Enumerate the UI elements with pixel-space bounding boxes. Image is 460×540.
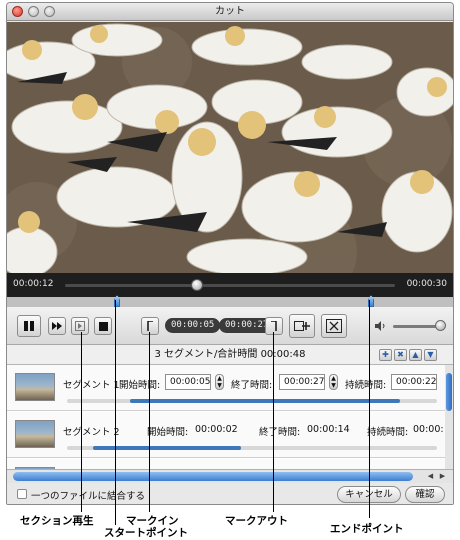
bottom-bar: 一つのファイルに結合する キャンセル 確認 [7,483,453,504]
segment-row-2[interactable]: セグメント 2 開始時間: 00:00:02 終了時間: 00:00:14 持続… [7,412,445,458]
segment-2-thumbnail [15,420,55,448]
end-point-callout-line [369,300,370,518]
section-play-callout-line [81,332,82,512]
end-point-callout: エンドポイント [330,523,404,535]
merge-label: 一つのファイルに結合する [31,491,146,502]
cut-window: カット 00:00:12 00:00:30 00:00:05 00:00:27 … [6,2,454,505]
section-play-button[interactable] [71,317,89,335]
current-time: 00:00:12 [13,279,54,289]
scissors-icon [326,319,342,333]
mark-out-icon [271,321,277,331]
segment-list-vscroll[interactable] [445,365,453,469]
delete-icon: ✖ [397,350,404,359]
segment-1-end-label: 終了時間: [231,380,273,391]
split-segment-button[interactable] [321,314,347,338]
segment-2-end-value: 00:00:14 [307,424,350,435]
move-down-button[interactable]: ▼ [424,349,437,361]
mark-in-button[interactable] [141,317,159,335]
segment-1-duration-field[interactable]: 00:00:22 [391,374,437,390]
segment-2-name: セグメント 2 [63,427,120,438]
summary-text: 3 セグメント/合計時間 00:00:48 [154,349,306,360]
segment-row-1[interactable]: セグメント 1 開始時間: 00:00:05 ▲ ▼ 終了時間: 00:00:27… [7,365,445,411]
window-controls [12,6,55,17]
arrow-up-icon: ▲ [412,350,419,359]
segment-list-hscroll[interactable]: ◀ ▶ [7,469,453,483]
segment-row-3[interactable] [7,459,445,469]
segment-1-end-stepper[interactable]: ▲ ▼ [329,374,338,390]
close-window-button[interactable] [12,6,23,17]
segment-strip[interactable] [7,297,453,307]
title-bar: カット [7,3,453,21]
window-title: カット [215,6,245,17]
segment-1-range-bar [67,399,437,403]
vscroll-knob[interactable] [446,373,452,411]
segment-1-thumbnail [15,373,55,401]
ok-button[interactable]: 確認 [405,486,445,503]
segment-2-end-label: 終了時間: [259,427,301,438]
stop-icon [98,321,108,331]
mark-out-button[interactable] [265,317,283,335]
stop-button[interactable] [94,317,112,335]
gannet-colony-image [7,22,453,273]
scroll-right-arrow-icon[interactable]: ▶ [437,471,448,482]
minimize-window-button[interactable] [28,6,39,17]
mark-in-icon [147,321,153,331]
segment-2-duration-label: 持続時間: [367,427,409,438]
merge-checkbox[interactable] [17,489,27,499]
fast-forward-button[interactable] [48,317,66,335]
playback-controls: 00:00:05 00:00:27 [7,307,453,345]
timeline-track[interactable] [65,284,395,287]
video-preview [7,22,453,273]
segment-1-end-field[interactable]: 00:00:27 [279,374,325,390]
start-point-callout-line [115,300,116,525]
start-point-callout: スタートポイント [104,527,188,539]
segment-1-duration-label: 持続時間: [345,380,387,391]
segment-2-start-value: 00:00:02 [195,424,238,435]
add-segment-button[interactable] [289,314,315,338]
section-play-icon [75,321,85,331]
segment-1-start-label: 開始時間: [119,380,161,391]
add-segment-icon [294,321,310,331]
mark-in-time: 00:00:05 [165,318,221,333]
total-time: 00:00:30 [406,279,447,289]
mark-in-callout-line [149,332,150,512]
scroll-left-arrow-icon[interactable]: ◀ [425,471,436,482]
move-up-button[interactable]: ▲ [409,349,422,361]
timeline-bar: 00:00:12 00:00:30 [7,273,453,297]
mark-out-callout-line [273,332,274,512]
segment-2-duration-value: 00:00:12 [413,424,443,435]
delete-segment-mini-button[interactable]: ✖ [394,349,407,361]
segment-1-range-fill [129,399,400,403]
segment-1-name: セグメント 1 [63,380,120,391]
add-segment-mini-button[interactable]: ✚ [379,349,392,361]
section-play-callout: セクション再生 [20,515,94,527]
pause-icon [24,321,34,331]
segment-list: セグメント 1 開始時間: 00:00:05 ▲ ▼ 終了時間: 00:00:27… [7,365,453,469]
segment-1-start-field[interactable]: 00:00:05 [165,374,211,390]
segment-2-range-bar [67,446,437,450]
playhead[interactable] [191,279,203,291]
volume-slider-thumb[interactable] [435,320,446,331]
mark-out-callout: マークアウト [225,515,288,527]
zoom-window-button[interactable] [44,6,55,17]
segment-2-start-label: 開始時間: [147,427,189,438]
plus-icon: ✚ [382,350,389,359]
fast-forward-icon [52,322,62,330]
arrow-down-icon: ▼ [427,350,434,359]
segment-1-start-stepper[interactable]: ▲ ▼ [215,374,224,390]
segment-summary: 3 セグメント/合計時間 00:00:48 ✚ ✖ ▲ ▼ [7,345,453,365]
volume-icon [375,321,385,331]
pause-button[interactable] [17,315,41,337]
hscroll-knob[interactable] [13,472,413,481]
